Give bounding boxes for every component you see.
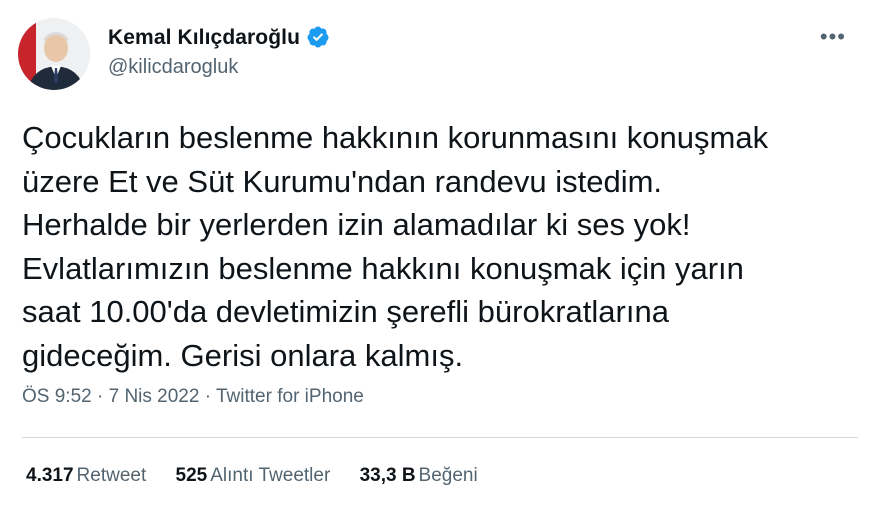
tweet-text-line: gideceğim. Gerisi onlara kalmış. xyxy=(22,337,464,373)
tweet-date[interactable]: 7 Nis 2022 xyxy=(109,386,200,407)
tweet-text-line: Çocukların beslenme hakkının korunmasını… xyxy=(22,120,769,155)
tweet-source-link[interactable]: Twitter for iPhone xyxy=(216,386,364,407)
quote-count-value: 525 xyxy=(175,465,208,486)
verified-badge-icon xyxy=(306,25,330,49)
retweet-count-value: 4.317 xyxy=(26,465,74,486)
quote-count-label: Alıntı Tweetler xyxy=(210,465,331,486)
engagement-stats: 4.317 Retweet 525 Alıntı Tweetler 33,3 B Be… xyxy=(26,465,502,487)
retweet-count-label: Retweet xyxy=(76,465,147,486)
avatar-portrait-icon xyxy=(18,18,90,90)
tweet-text-line: Evlatlarımızın beslenme hakkını konuşmak… xyxy=(22,250,744,286)
tweet-time[interactable]: ÖS 9:52 xyxy=(22,386,92,407)
meta-separator: · xyxy=(199,386,216,407)
like-count-value: 33,3 B xyxy=(359,465,416,486)
like-count-label: Beğeni xyxy=(418,465,478,486)
tweet-metadata: ÖS 9:52 · 7 Nis 2022 · Twitter for iPhon… xyxy=(22,386,364,408)
quote-tweet-count[interactable]: 525 Alıntı Tweetler xyxy=(176,465,331,486)
tweet-text-line: üzere Et ve Süt Kurumu'ndan randevu iste… xyxy=(22,163,663,199)
author-display-name[interactable]: Kemal Kılıçdaroğlu xyxy=(108,26,300,50)
tweet-text: Çocukların beslenme hakkının korunmasını… xyxy=(22,116,867,377)
more-options-icon[interactable]: ••• xyxy=(820,24,846,50)
retweet-count[interactable]: 4.317 Retweet xyxy=(26,465,146,486)
divider xyxy=(22,437,858,438)
meta-separator: · xyxy=(91,386,109,407)
author-handle[interactable]: @kilicdarogluk xyxy=(108,56,238,79)
tweet-text-line: saat 10.00'da devletimizin şerefli bürok… xyxy=(22,294,669,329)
tweet-text-line: Herhalde bir yerlerden izin alamadılar k… xyxy=(22,207,691,242)
tweet-card: Kemal Kılıçdaroğlu @kilicdarogluk ••• Ço… xyxy=(0,0,880,512)
like-count[interactable]: 33,3 B Beğeni xyxy=(360,465,478,486)
avatar[interactable] xyxy=(18,18,90,90)
